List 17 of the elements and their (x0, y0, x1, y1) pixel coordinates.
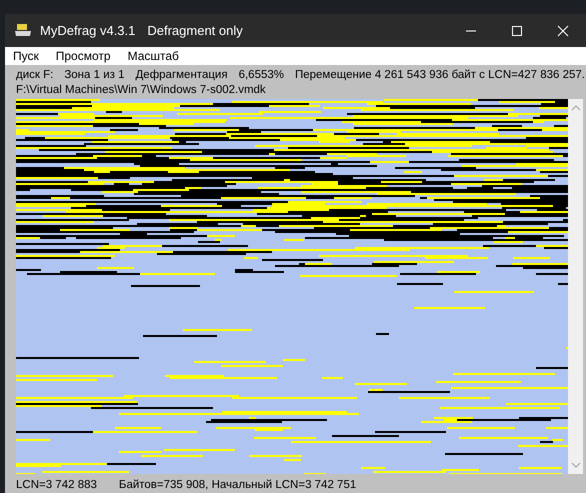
status-text: Дефрагментация (136, 68, 228, 80)
scrollbar[interactable] (568, 99, 583, 474)
window-subtitle: Defragment only (147, 23, 243, 38)
maximize-icon (511, 24, 523, 36)
window-title: MyDefrag v4.3.1 (40, 23, 136, 38)
app-icon (14, 24, 32, 38)
file-path: F:\Virtual Machines\Win 7\Windows 7-s002.vmdk (16, 84, 266, 96)
status-text: диск F: (16, 68, 54, 80)
position-text: LCN=3 742 883 (16, 478, 97, 490)
status-text: Зона 1 из 1 (64, 68, 125, 80)
close-icon (557, 24, 569, 36)
position-text: Байтов=735 908, Начальный LCN=3 742 751 (118, 478, 356, 490)
menu-item[interactable]: Пуск (13, 49, 39, 63)
status-text: Перемещение 4 261 543 936 байт с LCN=427 836 257. (294, 68, 585, 80)
menu-item[interactable]: Просмотр (56, 49, 111, 63)
status-text: 6,6553% (238, 68, 284, 80)
menu-item[interactable]: Масштаб (128, 49, 179, 63)
